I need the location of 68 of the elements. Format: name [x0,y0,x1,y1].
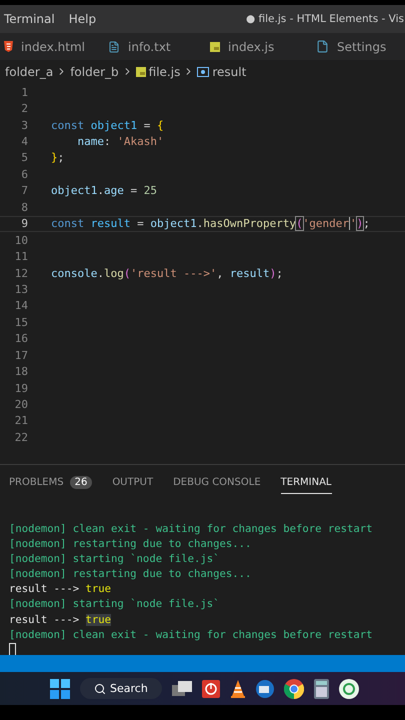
search-button[interactable]: Search [80,678,162,699]
breadcrumb-item[interactable]: result [212,64,246,78]
line-number: 17 [14,348,28,362]
terminal-line: [nodemon] clean exit - waiting for changes before restart [9,628,374,643]
clock-icon[interactable] [338,678,359,698]
terminal-line: [nodemon] starting `node file.js` [9,552,220,568]
windows-icon[interactable] [172,680,192,698]
search-icon [94,682,106,694]
line-number: 12 [14,266,28,280]
line-number: 19 [14,382,28,395]
line-number: 13 [14,282,28,296]
panel-tab[interactable]: DEBUG CONSOLE [173,473,261,494]
terminal-line: [nodemon] restarting due to changes... [9,567,252,582]
line-number: 6 [20,168,28,181]
terminal-line: [nodemon] clean exit - waiting for changes before restart [9,522,374,537]
code-line: const result = object1.hasOwnProperty('gender'); [51,216,370,231]
line-number: 10 [14,234,28,247]
line-number: 9 [20,217,28,230]
editor-tab[interactable]: index.js [206,33,312,60]
window-title: ● file.js - HTML Elements - Vis [246,13,404,25]
menu-item[interactable]: Help [68,12,96,26]
editor-tab[interactable]: Settings [312,33,402,60]
terminal-line: result ---> true [9,612,112,628]
code-line: const object1 = { [51,118,164,132]
line-number: 4 [20,135,28,148]
line-number: 11 [14,250,28,264]
js-icon [136,66,146,76]
panel-tab[interactable]: PROBLEMS 26 [9,472,92,495]
line-number: 5 [20,151,28,164]
document-icon [108,40,120,52]
start-icon[interactable] [50,678,70,698]
line-number: 15 [14,316,28,329]
browser-icon[interactable] [284,678,304,698]
html-icon [4,41,13,52]
calculator-icon[interactable] [314,678,329,698]
power-icon[interactable] [202,680,220,698]
line-number: 8 [20,200,28,214]
cone-icon[interactable] [230,680,246,698]
line-number: 2 [20,102,28,116]
menu-item[interactable]: Terminal [4,12,55,26]
line-number: 1 [20,86,28,99]
symbol-icon [197,66,210,76]
line-number: 3 [20,118,28,132]
breadcrumb-item[interactable]: folder_a [5,64,54,78]
terminal-line: [nodemon] starting `node file.js` [9,597,220,612]
line-number: 7 [20,184,28,198]
code-line: object1.age = 25 [51,184,157,198]
line-number: 16 [14,332,28,346]
file-icon [316,40,329,53]
code-line: name: 'Akash' [76,134,164,149]
terminal-line: [nodemon] restarting due to changes... [9,537,252,552]
panel-tab[interactable]: TERMINAL [280,473,332,494]
js-icon [210,42,220,52]
breadcrumb-item[interactable]: file.js [148,64,180,78]
mail-icon[interactable] [256,680,274,698]
line-number: 14 [14,299,28,312]
line-number: 18 [14,365,28,378]
line-number: 20 [14,398,28,412]
editor-tab[interactable]: index.html [0,33,104,60]
terminal-line: result ---> true [9,582,112,598]
breadcrumb-item[interactable]: folder_b [70,64,119,78]
editor-tab[interactable]: info.txt [104,33,206,60]
code-line: console.log('result --->', result); [51,266,283,280]
code-line: }; [51,150,64,166]
line-number: 21 [14,414,28,428]
line-number: 22 [14,430,28,444]
count-badge: 26 [70,476,92,489]
panel-tab[interactable]: OUTPUT [112,473,154,494]
